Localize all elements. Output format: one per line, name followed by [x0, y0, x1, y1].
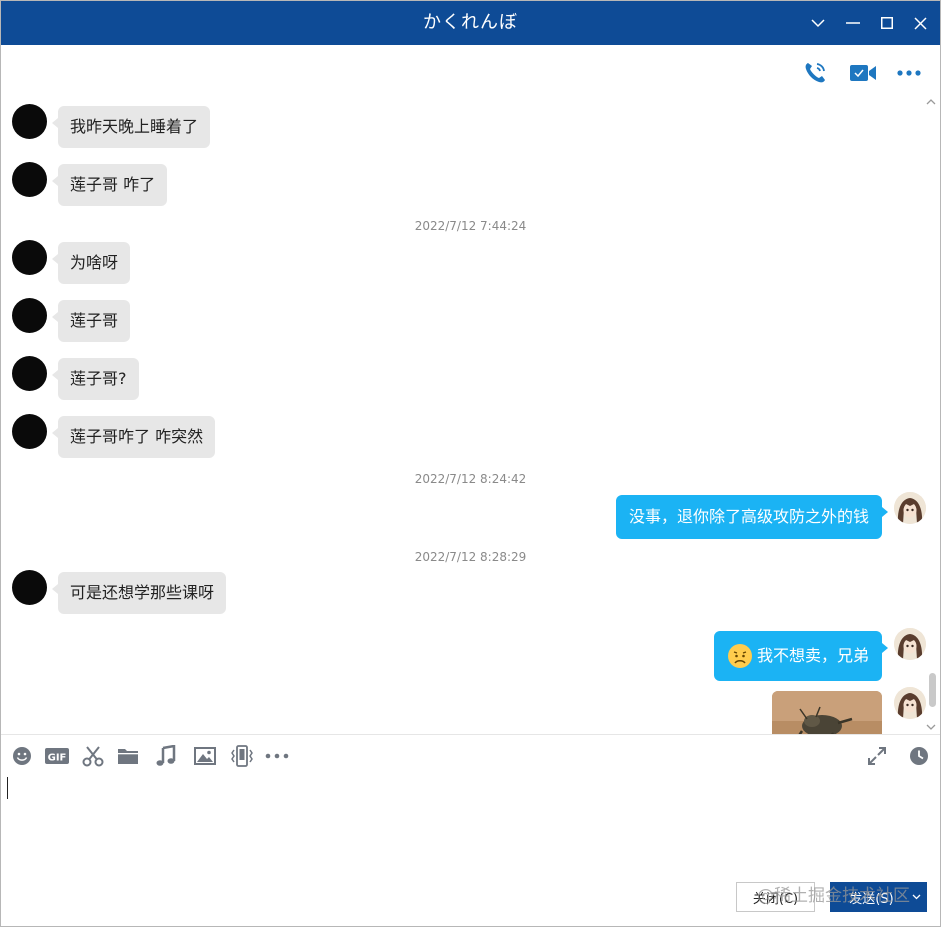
scroll-down-icon[interactable]	[925, 718, 937, 730]
phone-call-icon[interactable]	[799, 59, 831, 87]
message-text: 我不想卖，兄弟	[756, 646, 869, 665]
avatar[interactable]	[12, 104, 47, 139]
timestamp: 2022/7/12 8:28:29	[414, 550, 527, 564]
scroll-up-icon[interactable]	[925, 96, 937, 105]
svg-text:GIF: GIF	[48, 753, 67, 764]
message-bubble[interactable]: 我不想卖，兄弟	[713, 631, 889, 681]
video-call-icon[interactable]	[847, 59, 879, 87]
timestamp: 2022/7/12 7:44:24	[414, 219, 527, 233]
music-icon[interactable]	[153, 744, 179, 768]
avatar[interactable]	[12, 414, 47, 449]
history-icon[interactable]	[906, 744, 932, 768]
scrollbar-thumb[interactable]	[929, 673, 936, 707]
chevron-down-icon[interactable]	[905, 894, 927, 900]
input-toolbar: GIF	[1, 738, 940, 774]
message-bubble[interactable]: 没事，退你除了高级攻防之外的钱	[615, 495, 889, 539]
avatar[interactable]	[12, 162, 47, 197]
avatar[interactable]	[12, 356, 47, 391]
image-message[interactable]	[772, 691, 882, 734]
emoji-icon[interactable]	[9, 744, 35, 768]
title-bar[interactable]: かくれんぼ	[1, 1, 940, 45]
divider	[1, 734, 940, 735]
message-bubble[interactable]: 我昨天晚上睡着了	[51, 106, 211, 148]
avatar[interactable]	[894, 492, 926, 524]
message-bubble[interactable]: 为啥呀	[51, 242, 131, 284]
more-icon[interactable]	[893, 59, 925, 87]
close-button[interactable]: 关闭(C)	[736, 882, 815, 912]
avatar[interactable]	[12, 240, 47, 275]
image-icon[interactable]	[192, 744, 218, 768]
maximize-icon[interactable]	[870, 1, 904, 45]
message-bubble[interactable]: 莲子哥	[51, 300, 131, 342]
chat-window: かくれんぼ 我昨天晚上睡着了 莲子哥 咋了 2022/7/12 7:44:24 …	[0, 0, 941, 927]
send-button[interactable]: 发送(S)	[830, 882, 927, 912]
avatar[interactable]	[12, 298, 47, 333]
message-bubble[interactable]: 莲子哥咋了 咋突然	[51, 416, 216, 458]
message-bubble[interactable]: 可是还想学那些课呀	[51, 572, 227, 614]
more-icon[interactable]	[264, 744, 290, 768]
shake-icon[interactable]	[229, 744, 255, 768]
message-input[interactable]	[4, 774, 938, 874]
message-bubble[interactable]: 莲子哥?	[52, 358, 139, 400]
close-icon[interactable]	[903, 1, 937, 45]
chevron-down-icon[interactable]	[801, 1, 835, 45]
avatar[interactable]	[894, 687, 926, 719]
scissors-icon[interactable]	[80, 744, 106, 768]
send-button-label: 发送(S)	[849, 891, 894, 907]
message-bubble[interactable]: 莲子哥 咋了	[51, 164, 168, 206]
message-list[interactable]: 我昨天晚上睡着了 莲子哥 咋了 2022/7/12 7:44:24 为啥呀 莲子…	[1, 96, 940, 734]
text-caret	[7, 777, 8, 799]
expand-icon[interactable]	[864, 744, 890, 768]
timestamp: 2022/7/12 8:24:42	[414, 472, 527, 486]
window-title: かくれんぼ	[423, 12, 518, 33]
header-actions	[1, 45, 940, 101]
folder-icon[interactable]	[115, 744, 141, 768]
avatar[interactable]	[894, 628, 926, 660]
avatar[interactable]	[12, 570, 47, 605]
minimize-icon[interactable]	[836, 1, 870, 45]
gif-icon[interactable]: GIF	[44, 744, 70, 768]
worried-face-icon	[727, 643, 753, 669]
